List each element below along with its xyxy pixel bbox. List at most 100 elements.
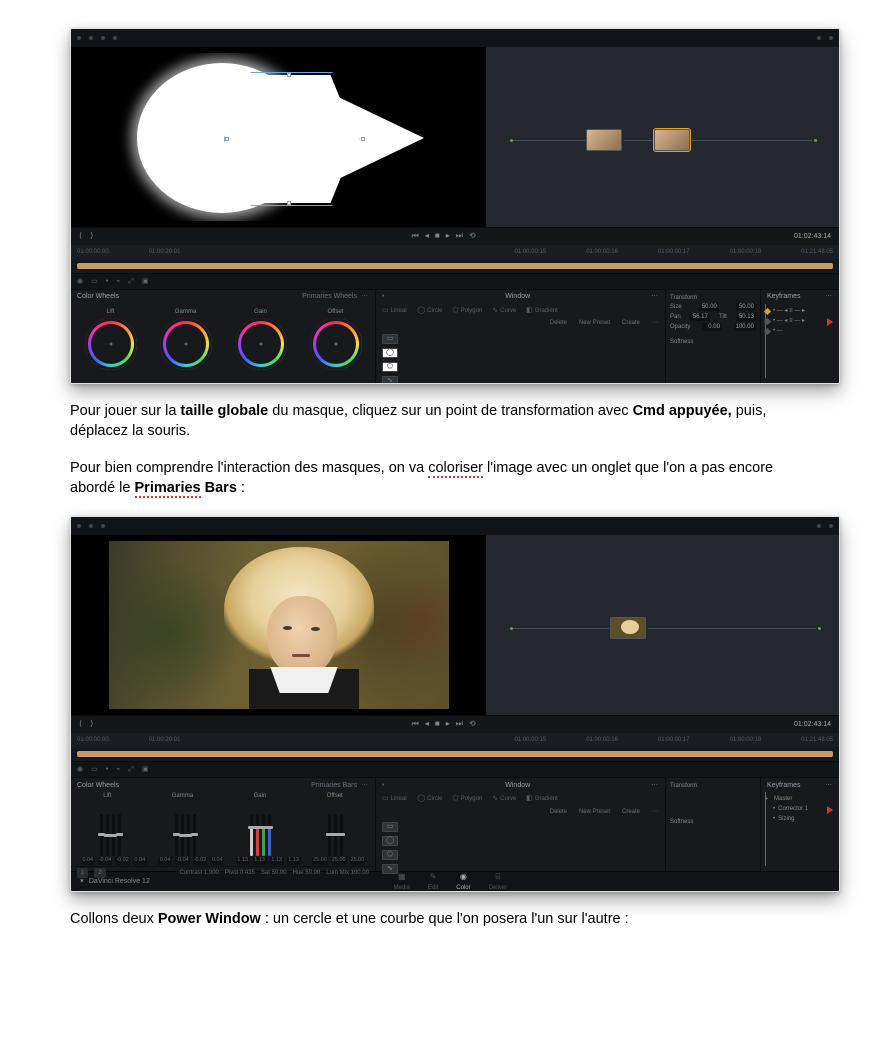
kf-track[interactable]: Master [774,795,792,803]
timeline-ruler[interactable]: 01:00:00:00 01:00:20:01 01:00:00:15 01:0… [71,245,839,259]
viewer-canvas[interactable] [109,53,449,221]
tab-media[interactable]: ▦Media [394,872,410,892]
playhead[interactable] [765,792,766,866]
param[interactable]: Sat 50.00 [261,869,287,877]
playhead[interactable] [765,304,766,378]
tool-icon[interactable]: ⌁ [116,277,120,286]
tab-deliver[interactable]: ⍇Deliver [489,872,508,892]
tool-icon[interactable]: ⤢ [128,277,134,286]
timeline[interactable]: 01:00:00:00 01:00:20:01 01:00:00:15 01:0… [71,245,839,289]
linear-icon[interactable]: ▭ [382,306,389,315]
window-item[interactable]: ⬠ [382,360,659,374]
more-icon[interactable]: ⋯ [825,781,833,790]
polygon-icon[interactable]: ⬠ [453,306,459,315]
field-value[interactable]: 100.00 [734,323,756,331]
gain-values[interactable]: 1.131.131.131.13 [236,857,301,864]
step-back-icon[interactable]: ◂ [425,719,429,730]
tool-icon[interactable]: ▭ [91,277,98,286]
field-value[interactable]: 56.17 [690,313,710,321]
offset-wheel[interactable] [310,318,362,370]
tool-icon[interactable]: • [106,765,108,774]
more-icon[interactable]: ⋯ [651,781,659,790]
field-value[interactable]: 50.00 [699,303,719,311]
node-graph[interactable] [486,535,839,715]
window-item[interactable]: ◯ [382,834,659,848]
param[interactable]: Hue 50.00 [293,869,321,877]
mask-handle[interactable] [225,137,229,141]
create-button[interactable]: Create [622,319,640,327]
offset-bars[interactable] [303,814,369,856]
timeline-clip[interactable] [77,751,833,757]
window-item[interactable]: ∿ [382,374,659,384]
more-icon[interactable]: ⋯ [652,319,659,327]
prev-icon[interactable]: ⏮ [412,719,419,730]
gradient-icon[interactable]: ◧ [526,306,533,315]
param[interactable]: Lum Mix 100.00 [326,869,369,877]
play-icon[interactable]: ▸ [446,719,450,730]
window-tab[interactable]: Polygon [461,795,483,803]
keyframe-editor[interactable]: ▸Master •Corrector 1 •Sizing [761,792,839,866]
mask-handle[interactable] [287,201,291,205]
curve-icon[interactable]: ∿ [492,306,498,315]
window-tab[interactable]: Circle [427,795,442,803]
gain-wheel[interactable] [235,318,287,370]
prev-icon[interactable]: ⏮ [412,231,419,242]
param[interactable]: Contrast 1.000 [180,869,219,877]
mark-in-icon[interactable]: ⟨ [79,719,82,730]
tool-icon[interactable]: • [106,277,108,286]
more-icon[interactable]: ⋯ [361,781,369,790]
window-tab[interactable]: Circle [427,307,442,315]
offset-values[interactable]: 25.0025.0025.00 [312,857,365,864]
node-thumb[interactable] [586,129,622,151]
tool-icon[interactable]: ⤢ [128,765,134,774]
circle-icon[interactable]: ◯ [417,794,425,803]
window-item[interactable]: ▭ [382,820,659,834]
loop-icon[interactable]: ⟲ [469,719,476,730]
tool-icon[interactable]: ◉ [77,277,83,286]
keyframe-icon[interactable] [764,307,771,314]
create-button[interactable]: Create [622,808,640,816]
window-item[interactable]: ⬠ [382,848,659,862]
step-back-icon[interactable]: ◂ [425,231,429,242]
node-thumb[interactable] [610,617,646,639]
panel-subtitle[interactable]: Primaries Wheels [302,292,357,301]
next-icon[interactable]: ⏭ [456,719,463,730]
new-preset-button[interactable]: New Preset [579,319,610,327]
circle-icon[interactable]: ◯ [417,306,425,315]
viewer[interactable] [71,47,486,227]
mark-out-icon[interactable]: ⟩ [90,719,93,730]
more-icon[interactable]: ⋯ [651,292,659,301]
window-item[interactable]: ▭ [382,332,659,346]
loop-icon[interactable]: ⟲ [469,231,476,242]
more-icon[interactable]: ⋯ [361,292,369,301]
tool-icon[interactable]: ▣ [142,277,149,286]
node-graph[interactable] [486,47,839,227]
polygon-icon[interactable]: ⬠ [453,794,459,803]
panel-subtitle[interactable]: Primaries Bars [311,781,357,790]
tool-icon[interactable]: ⌁ [116,765,120,774]
kf-track[interactable]: Sizing [778,815,794,823]
keyframe-icon[interactable] [764,327,771,334]
window-tab[interactable]: Linear [391,307,408,315]
window-item[interactable]: ◯ [382,346,659,360]
window-tab[interactable]: Curve [500,307,516,315]
mask-handle[interactable] [287,73,291,77]
window-tab[interactable]: Gradient [535,795,558,803]
mark-in-icon[interactable]: ⟨ [79,231,82,242]
curve-icon[interactable]: ∿ [492,794,498,803]
field-value[interactable]: 50.00 [736,303,756,311]
gamma-values[interactable]: 0.04-0.04-0.020.04 [158,857,224,864]
more-icon[interactable]: ⋯ [825,292,833,301]
window-tab[interactable]: Gradient [535,307,558,315]
more-icon[interactable]: ⋯ [652,808,659,816]
tab-edit[interactable]: ✎Edit [428,872,438,892]
delete-button[interactable]: Delete [550,808,567,816]
window-tab[interactable]: Polygon [461,307,483,315]
mark-out-icon[interactable]: ⟩ [90,231,93,242]
next-icon[interactable]: ⏭ [456,231,463,242]
gamma-wheel[interactable] [160,318,212,370]
stop-icon[interactable]: ■ [435,231,440,242]
timeline[interactable]: 01:00:00:00 01:00:20:01 01:00:00:15 01:0… [71,733,839,777]
field-value[interactable]: 50.13 [736,313,756,321]
play-icon[interactable]: ▸ [446,231,450,242]
